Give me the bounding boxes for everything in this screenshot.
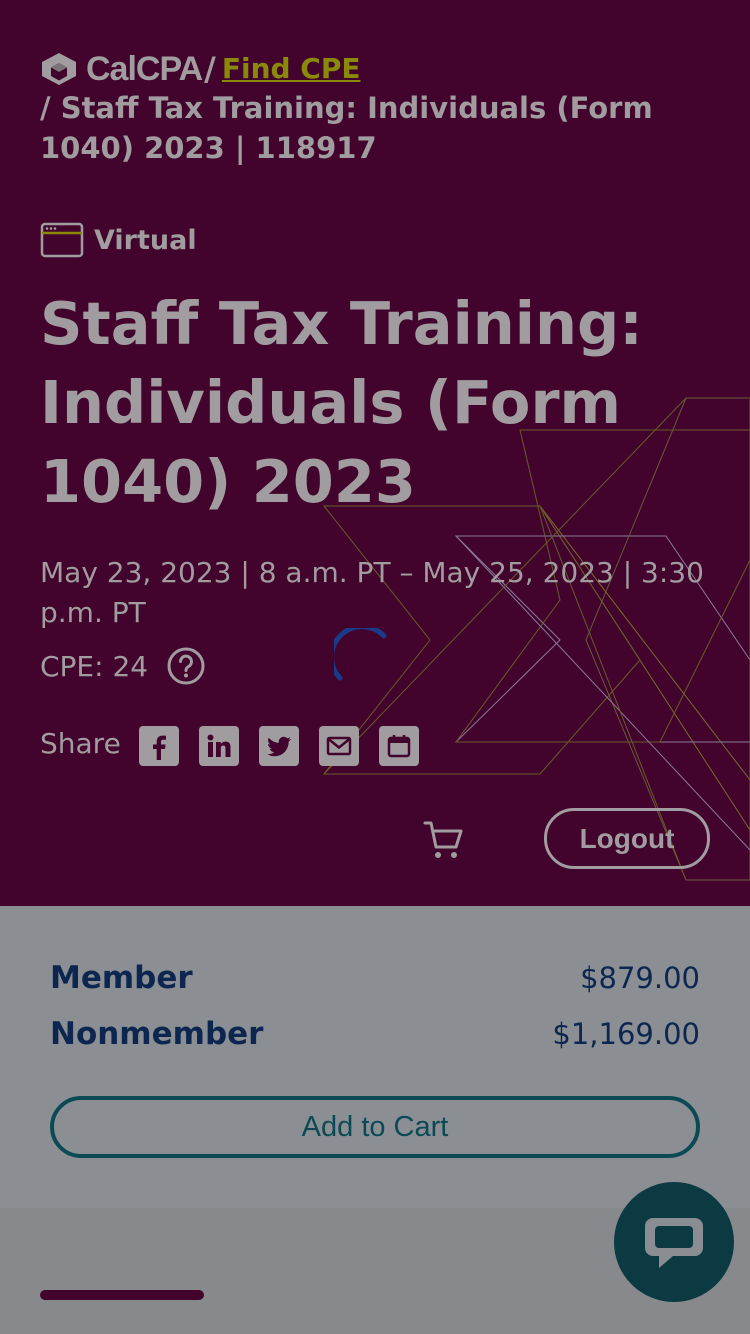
share-label: Share xyxy=(40,726,121,760)
cpe-credits-label: CPE: 24 xyxy=(40,649,149,683)
breadcrumb: CalCPA / Find CPE / Staff Tax Training: … xyxy=(40,50,720,168)
price-value: $1,169.00 xyxy=(552,1017,700,1051)
calcpa-logo-icon xyxy=(42,53,76,85)
email-icon xyxy=(326,736,352,756)
share-calendar-button[interactable] xyxy=(378,726,419,766)
add-to-cart-button[interactable]: Add to Cart xyxy=(50,1096,700,1158)
shopping-cart-icon[interactable] xyxy=(422,818,466,862)
share-twitter-button[interactable] xyxy=(258,726,299,766)
breadcrumb-link-find-cpe[interactable]: Find CPE xyxy=(222,49,361,89)
price-row-nonmember: Nonmember $1,169.00 xyxy=(50,1016,700,1052)
price-label: Nonmember xyxy=(50,1016,264,1052)
facebook-icon xyxy=(152,735,166,760)
price-value: $879.00 xyxy=(580,961,700,995)
breadcrumb-separator: / xyxy=(204,50,216,88)
event-hero: CalCPA / Find CPE / Staff Tax Training: … xyxy=(0,0,750,906)
help-icon[interactable] xyxy=(166,646,206,686)
event-format-label: Virtual xyxy=(94,224,197,256)
share-linkedin-button[interactable] xyxy=(198,726,239,766)
loading-spinner-icon xyxy=(334,628,387,681)
chat-button[interactable] xyxy=(614,1182,734,1302)
price-row-member: Member $879.00 xyxy=(50,960,700,996)
scroll-progress-bar xyxy=(40,1290,204,1300)
calendar-icon xyxy=(387,735,411,758)
event-format: Virtual xyxy=(40,222,197,258)
event-dates: May 23, 2023 | 8 a.m. PT – May 25, 2023 … xyxy=(40,556,704,629)
linkedin-icon xyxy=(207,734,231,757)
event-title: Staff Tax Training: Individuals (Form 10… xyxy=(40,289,643,516)
pricing-panel: Member $879.00 Nonmember $1,169.00 Add t… xyxy=(0,906,750,1208)
calcpa-logo-text[interactable]: CalCPA xyxy=(86,49,203,89)
twitter-icon xyxy=(266,736,291,757)
browser-window-icon xyxy=(40,222,84,258)
share-facebook-button[interactable] xyxy=(138,726,179,766)
share-bar: Share xyxy=(40,726,439,766)
breadcrumb-current: / Staff Tax Training: Individuals (Form … xyxy=(40,91,653,165)
price-label: Member xyxy=(50,960,193,996)
chat-bubble-icon xyxy=(645,1218,703,1268)
logout-button[interactable]: Logout xyxy=(544,808,710,869)
cpe-credits: CPE: 24 xyxy=(40,646,206,686)
share-email-button[interactable] xyxy=(318,726,359,766)
